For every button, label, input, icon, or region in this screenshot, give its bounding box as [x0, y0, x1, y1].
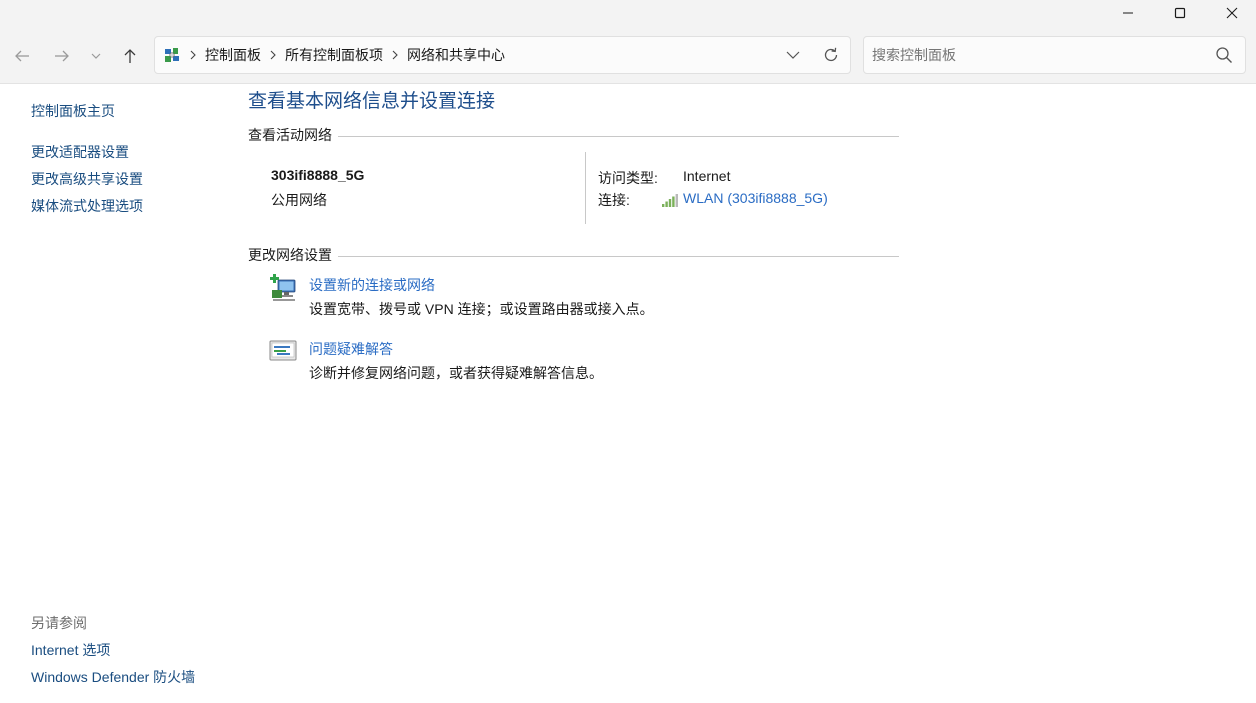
new-connection-icon [269, 274, 299, 306]
sidebar-item-media-streaming[interactable]: 媒体流式处理选项 [31, 196, 143, 216]
section-divider [338, 255, 899, 257]
refresh-icon [824, 47, 838, 62]
sidebar-item-control-panel-home[interactable]: 控制面板主页 [31, 101, 115, 121]
minimize-button[interactable] [1102, 0, 1154, 26]
network-name: 303ifi8888_5G [271, 167, 365, 183]
search-box[interactable] [863, 36, 1246, 74]
chevron-down-icon [786, 51, 800, 59]
access-type-value: Internet [683, 168, 731, 184]
recent-locations-icon [91, 53, 101, 59]
back-button[interactable] [8, 42, 36, 70]
refresh-button[interactable] [819, 43, 843, 67]
search-icon[interactable] [1215, 46, 1233, 68]
active-network-section-header: 查看活动网络 [248, 125, 899, 145]
breadcrumb-control-panel[interactable]: 控制面板 [205, 45, 261, 65]
back-arrow-icon [15, 50, 29, 62]
forward-button[interactable] [48, 42, 76, 70]
sidebar-item-advanced-sharing[interactable]: 更改高级共享设置 [31, 169, 143, 189]
maximize-button[interactable] [1154, 0, 1206, 26]
chevron-right-icon [189, 50, 197, 60]
access-type-label: 访问类型: [598, 170, 658, 186]
sidebar-item-adapter-settings[interactable]: 更改适配器设置 [31, 142, 129, 162]
connection-label: 连接: [598, 192, 630, 208]
section-label: 更改网络设置 [248, 247, 332, 263]
wifi-signal-icon [662, 192, 678, 211]
breadcrumb-network-center[interactable]: 网络和共享中心 [407, 45, 505, 65]
minimize-icon [1123, 12, 1133, 14]
see-also-heading: 另请参阅 [31, 615, 87, 631]
title-bar [0, 0, 1256, 26]
troubleshoot-link[interactable]: 问题疑难解答 [309, 339, 393, 359]
troubleshoot-icon [269, 339, 297, 367]
address-history-button[interactable] [781, 43, 805, 67]
navigation-bar: 控制面板 所有控制面板项 网络和共享中心 [0, 26, 1256, 84]
section-label: 查看活动网络 [248, 127, 332, 143]
close-button[interactable] [1206, 0, 1256, 26]
breadcrumb: 控制面板 所有控制面板项 网络和共享中心 [163, 37, 505, 73]
control-panel-icon [163, 46, 181, 64]
address-bar[interactable]: 控制面板 所有控制面板项 网络和共享中心 [154, 36, 851, 74]
close-icon [1226, 7, 1238, 19]
setup-connection-link[interactable]: 设置新的连接或网络 [309, 275, 435, 295]
search-input[interactable] [864, 37, 1204, 73]
troubleshoot-description: 诊断并修复网络问题，或者获得疑难解答信息。 [309, 365, 603, 381]
vertical-divider [585, 152, 586, 224]
page-title: 查看基本网络信息并设置连接 [248, 91, 496, 112]
breadcrumb-all-items[interactable]: 所有控制面板项 [285, 45, 383, 65]
forward-arrow-icon [55, 50, 69, 62]
connection-link[interactable]: WLAN (303ifi8888_5G) [683, 190, 828, 206]
up-arrow-icon [124, 49, 136, 63]
maximize-icon [1174, 7, 1186, 19]
setup-connection-description: 设置宽带、拨号或 VPN 连接；或设置路由器或接入点。 [309, 301, 654, 317]
chevron-right-icon [269, 50, 277, 60]
sidebar-item-defender-firewall[interactable]: Windows Defender 防火墙 [31, 667, 195, 687]
chevron-right-icon [391, 50, 399, 60]
up-button[interactable] [116, 42, 144, 70]
change-settings-section-header: 更改网络设置 [248, 245, 899, 265]
section-divider [338, 135, 899, 137]
recent-locations-button[interactable] [82, 42, 110, 70]
network-category[interactable]: 公用网络 [271, 190, 327, 210]
sidebar-item-internet-options[interactable]: Internet 选项 [31, 640, 110, 660]
